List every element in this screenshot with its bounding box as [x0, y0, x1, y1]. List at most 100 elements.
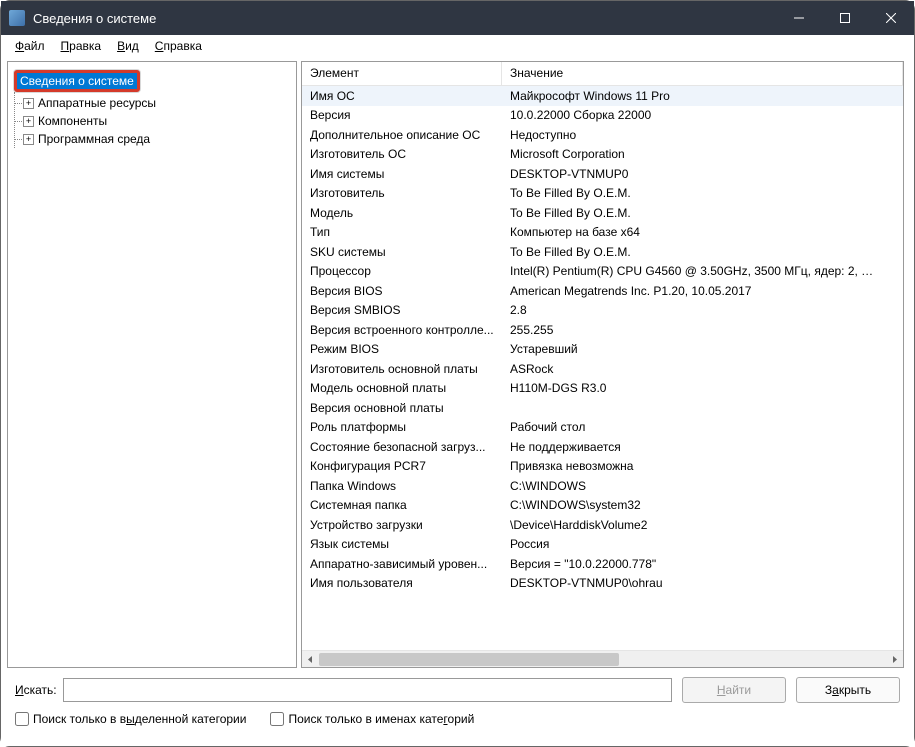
tree-item-label: Компоненты	[38, 114, 107, 128]
menu-file[interactable]: Файл	[7, 37, 53, 55]
cell-value: Не поддерживается	[502, 440, 903, 454]
cell-value: Майкрософт Windows 11 Pro	[502, 89, 903, 103]
tree-item-label: Программная среда	[38, 132, 150, 146]
find-button[interactable]: Найти	[682, 677, 786, 703]
cell-element: Папка Windows	[302, 479, 502, 493]
table-row[interactable]: Устройство загрузки\Device\HarddiskVolum…	[302, 515, 903, 535]
cell-element: Модель	[302, 206, 502, 220]
cell-value: American Megatrends Inc. P1.20, 10.05.20…	[502, 284, 903, 298]
table-row[interactable]: ИзготовительTo Be Filled By O.E.M.	[302, 184, 903, 204]
table-row[interactable]: Имя пользователяDESKTOP-VTNMUP0\ohrau	[302, 574, 903, 594]
cell-element: Дополнительное описание ОС	[302, 128, 502, 142]
table-row[interactable]: Состояние безопасной загруз...Не поддерж…	[302, 437, 903, 457]
cell-value: Устаревший	[502, 342, 903, 356]
table-row[interactable]: SKU системыTo Be Filled By O.E.M.	[302, 242, 903, 262]
chk-category-names-box[interactable]	[270, 712, 284, 726]
search-input[interactable]	[63, 678, 672, 702]
table-row[interactable]: Модель основной платыH110M-DGS R3.0	[302, 379, 903, 399]
cell-element: Имя пользователя	[302, 576, 502, 590]
cell-value: 2.8	[502, 303, 903, 317]
menu-view[interactable]: Вид	[109, 37, 147, 55]
cell-value: ASRock	[502, 362, 903, 376]
cell-value: DESKTOP-VTNMUP0\ohrau	[502, 576, 903, 590]
table-row[interactable]: Версия BIOSAmerican Megatrends Inc. P1.2…	[302, 281, 903, 301]
table-row[interactable]: ТипКомпьютер на базе x64	[302, 223, 903, 243]
table-row[interactable]: Дополнительное описание ОСНедоступно	[302, 125, 903, 145]
table-row[interactable]: Роль платформыРабочий стол	[302, 418, 903, 438]
table-row[interactable]: Версия SMBIOS2.8	[302, 301, 903, 321]
table-row[interactable]: Имя системыDESKTOP-VTNMUP0	[302, 164, 903, 184]
cell-value: Intel(R) Pentium(R) CPU G4560 @ 3.50GHz,…	[502, 264, 903, 278]
table-header: Элемент Значение	[302, 62, 903, 86]
horizontal-scrollbar[interactable]	[302, 650, 903, 667]
cell-value: To Be Filled By O.E.M.	[502, 245, 903, 259]
table-row[interactable]: Имя ОСМайкрософт Windows 11 Pro	[302, 86, 903, 106]
chk-selected-category[interactable]: Поиск только в выделенной категории	[15, 712, 246, 726]
expander-icon[interactable]: +	[23, 98, 34, 109]
scroll-right-icon[interactable]	[886, 651, 903, 667]
table-row[interactable]: Режим BIOSУстаревший	[302, 340, 903, 360]
expander-icon[interactable]: +	[23, 134, 34, 145]
cell-element: Версия	[302, 108, 502, 122]
tree-item-software[interactable]: + Программная среда	[15, 130, 294, 148]
maximize-button[interactable]	[822, 1, 868, 35]
app-icon	[9, 10, 25, 26]
cell-value: C:\WINDOWS	[502, 479, 903, 493]
cell-element: Системная папка	[302, 498, 502, 512]
cell-element: Роль платформы	[302, 420, 502, 434]
cell-element: Изготовитель ОС	[302, 147, 502, 161]
cell-element: Имя системы	[302, 167, 502, 181]
cell-element: Состояние безопасной загруз...	[302, 440, 502, 454]
close-button[interactable]	[868, 1, 914, 35]
table-row[interactable]: ПроцессорIntel(R) Pentium(R) CPU G4560 @…	[302, 262, 903, 282]
table-row[interactable]: МодельTo Be Filled By O.E.M.	[302, 203, 903, 223]
tree-root-system-summary[interactable]: Сведения о системе	[14, 70, 140, 92]
table-row[interactable]: Изготовитель основной платыASRock	[302, 359, 903, 379]
tree-item-components[interactable]: + Компоненты	[15, 112, 294, 130]
cell-element: Аппаратно-зависимый уровен...	[302, 557, 502, 571]
table-row[interactable]: Версия основной платы	[302, 398, 903, 418]
close-dialog-button[interactable]: Закрыть	[796, 677, 900, 703]
cell-value: Рабочий стол	[502, 420, 903, 434]
table-row[interactable]: Изготовитель ОСMicrosoft Corporation	[302, 145, 903, 165]
chk-category-names[interactable]: Поиск только в именах категорий	[270, 712, 474, 726]
scroll-thumb[interactable]	[319, 653, 619, 666]
table-row[interactable]: Системная папкаC:\WINDOWS\system32	[302, 496, 903, 516]
menubar: Файл Правка Вид Справка	[1, 35, 914, 57]
cell-element: Процессор	[302, 264, 502, 278]
col-element[interactable]: Элемент	[302, 62, 502, 85]
cell-element: Изготовитель	[302, 186, 502, 200]
menu-help[interactable]: Справка	[147, 37, 210, 55]
cell-value: DESKTOP-VTNMUP0	[502, 167, 903, 181]
details-table: Элемент Значение Имя ОСМайкрософт Window…	[301, 61, 904, 668]
search-label: Искать:	[15, 683, 57, 697]
cell-value: Недоступно	[502, 128, 903, 142]
cell-element: Язык системы	[302, 537, 502, 551]
table-row[interactable]: Версия встроенного контролле...255.255	[302, 320, 903, 340]
cell-element: Модель основной платы	[302, 381, 502, 395]
expander-icon[interactable]: +	[23, 116, 34, 127]
col-value[interactable]: Значение	[502, 62, 903, 85]
cell-element: Устройство загрузки	[302, 518, 502, 532]
table-row[interactable]: Язык системыРоссия	[302, 535, 903, 555]
minimize-button[interactable]	[776, 1, 822, 35]
titlebar: Сведения о системе	[1, 1, 914, 35]
table-row[interactable]: Версия10.0.22000 Сборка 22000	[302, 106, 903, 126]
table-row[interactable]: Конфигурация PCR7Привязка невозможна	[302, 457, 903, 477]
table-row[interactable]: Папка WindowsC:\WINDOWS	[302, 476, 903, 496]
cell-value: \Device\HarddiskVolume2	[502, 518, 903, 532]
cell-value: To Be Filled By O.E.M.	[502, 186, 903, 200]
tree-item-label: Аппаратные ресурсы	[38, 96, 156, 110]
tree-item-hardware[interactable]: + Аппаратные ресурсы	[15, 94, 294, 112]
tree-pane: Сведения о системе + Аппаратные ресурсы …	[7, 61, 297, 668]
chk-selected-category-box[interactable]	[15, 712, 29, 726]
bottom-bar: Искать: Найти Закрыть Поиск только в выд…	[1, 670, 914, 746]
cell-element: Версия основной платы	[302, 401, 502, 415]
scroll-left-icon[interactable]	[302, 651, 319, 667]
cell-value: To Be Filled By O.E.M.	[502, 206, 903, 220]
table-row[interactable]: Аппаратно-зависимый уровен...Версия = "1…	[302, 554, 903, 574]
cell-value: C:\WINDOWS\system32	[502, 498, 903, 512]
cell-element: Тип	[302, 225, 502, 239]
menu-edit[interactable]: Правка	[53, 37, 110, 55]
cell-value: 255.255	[502, 323, 903, 337]
